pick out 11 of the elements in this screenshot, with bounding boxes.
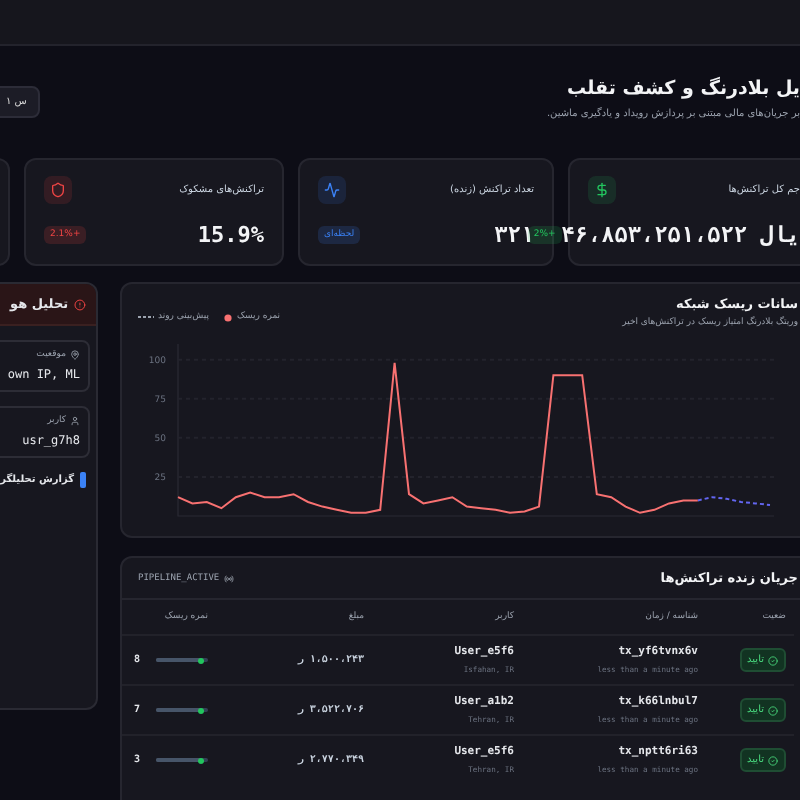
- alert-icon: [74, 297, 86, 311]
- report-marker: [80, 472, 86, 488]
- stat-value: 15.9%: [197, 222, 264, 248]
- stat-value: یال ۴۶،۸۵۳،۲۵۱،۵۲۲: [561, 222, 800, 248]
- forecast-line: [696, 496, 771, 506]
- pin-icon: [70, 350, 80, 360]
- dot-icon: [224, 313, 233, 321]
- broadcast-icon: [223, 573, 234, 583]
- page-title: یل بلادرنگ و کشف تقلب: [565, 78, 800, 100]
- user-icon: [70, 416, 80, 426]
- dashed-line-icon: [138, 314, 154, 320]
